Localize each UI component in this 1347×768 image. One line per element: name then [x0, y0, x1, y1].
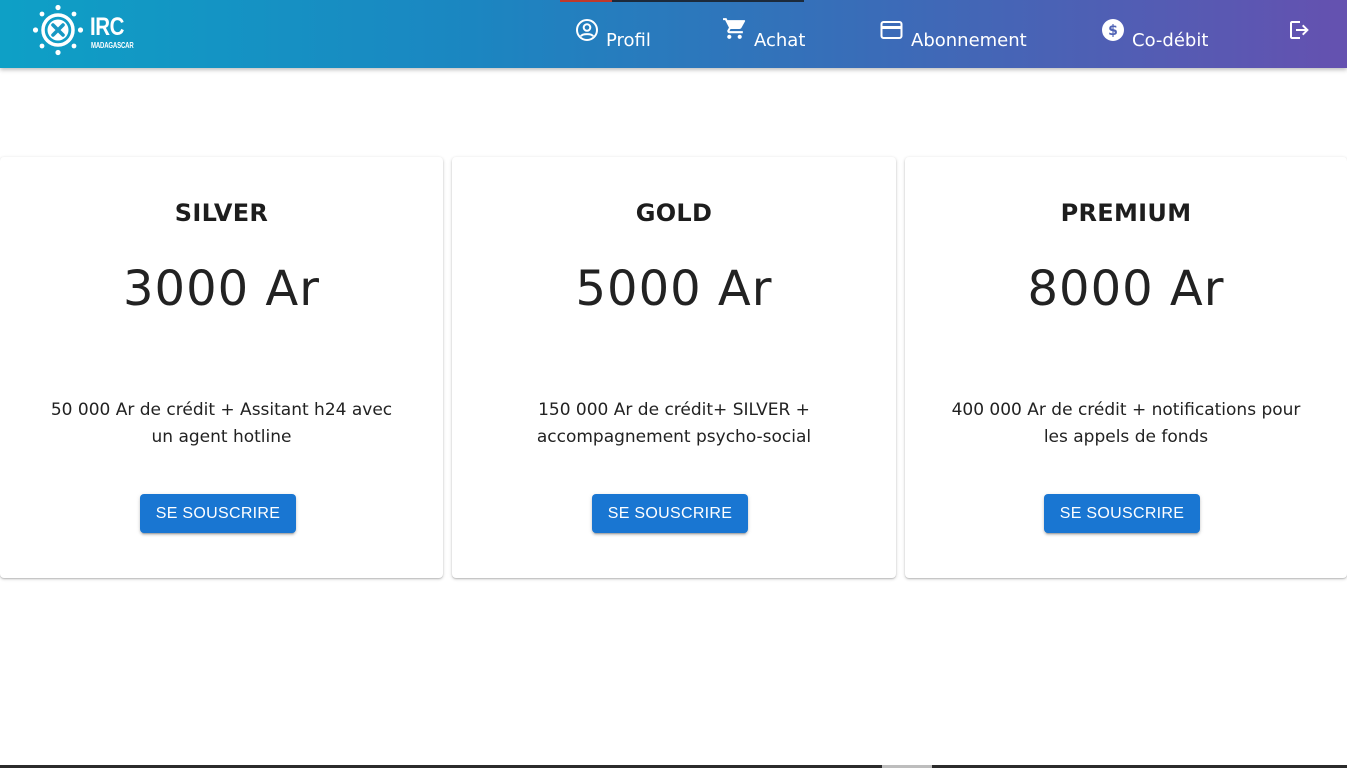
nav-achat[interactable]: Achat — [722, 14, 805, 54]
subscribe-button[interactable]: SE SOUSCRIRE — [140, 494, 296, 533]
loading-strip — [560, 0, 804, 2]
nav-abonnement[interactable]: Abonnement — [879, 14, 1027, 54]
nav-achat-label: Achat — [754, 30, 806, 51]
nav-co-debit-label: Co-débit — [1132, 30, 1209, 51]
nav-profil-label: Profil — [606, 30, 651, 51]
logo-text: IRC — [90, 13, 125, 41]
plan-card-premium: PREMIUM 8000 Ar 400 000 Ar de crédit + n… — [905, 157, 1347, 578]
plan-description: 50 000 Ar de crédit + Assitant h24 avec … — [50, 400, 393, 447]
subscribe-button[interactable]: SE SOUSCRIRE — [592, 494, 748, 533]
plan-name: PREMIUM — [1060, 199, 1192, 227]
svg-text:$: $ — [1108, 23, 1118, 39]
logo-subtext: MADAGASCAR — [91, 41, 134, 50]
virus-logo-icon — [32, 4, 84, 56]
plan-price: 3000 Ar — [123, 261, 320, 317]
shopping-cart-icon — [723, 18, 746, 39]
top-app-bar: IRC MADAGASCAR Profil Achat Abonnement $ — [0, 0, 1347, 68]
nav-profil[interactable]: Profil — [575, 14, 651, 54]
dollar-circle-icon: $ — [1102, 19, 1124, 41]
nav-abonnement-label: Abonnement — [911, 30, 1027, 51]
subscribe-button[interactable]: SE SOUSCRIRE — [1044, 494, 1200, 533]
plan-price: 5000 Ar — [575, 261, 773, 317]
credit-card-icon — [880, 21, 903, 39]
plan-name: SILVER — [174, 199, 269, 227]
plan-card-gold: GOLD 5000 Ar 150 000 Ar de crédit+ SILVE… — [452, 157, 896, 578]
plan-description: 150 000 Ar de crédit+ SILVER + accompagn… — [536, 400, 812, 447]
logout-button[interactable] — [1287, 14, 1311, 54]
plan-name: GOLD — [635, 199, 713, 227]
logout-icon — [1290, 21, 1309, 39]
account-circle-icon — [576, 19, 598, 41]
plan-price: 8000 Ar — [1027, 261, 1225, 317]
logo[interactable]: IRC MADAGASCAR — [30, 4, 140, 60]
nav-co-debit[interactable]: $ Co-débit — [1101, 14, 1208, 54]
plan-description: 400 000 Ar de crédit + notifications pou… — [951, 400, 1301, 447]
plan-card-silver: SILVER 3000 Ar 50 000 Ar de crédit + Ass… — [0, 157, 443, 578]
